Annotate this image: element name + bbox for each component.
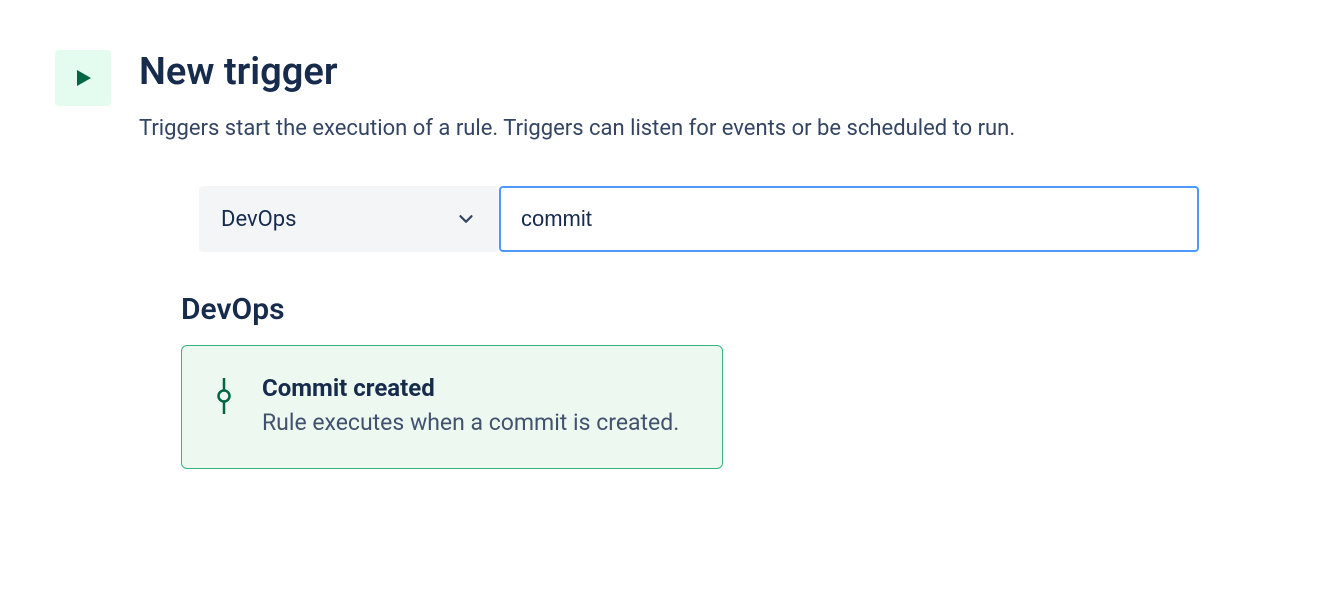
header-content: New trigger Triggers start the execution… bbox=[139, 50, 1281, 469]
search-input[interactable] bbox=[499, 186, 1199, 252]
chevron-down-icon bbox=[455, 208, 477, 230]
trigger-icon-box bbox=[55, 50, 111, 106]
page-description: Triggers start the execution of a rule. … bbox=[139, 114, 1281, 145]
dropdown-label: DevOps bbox=[221, 207, 455, 232]
play-icon bbox=[71, 66, 95, 90]
section-title: DevOps bbox=[181, 292, 1281, 327]
commit-icon bbox=[214, 374, 234, 418]
page-title: New trigger bbox=[139, 50, 1281, 96]
category-dropdown[interactable]: DevOps bbox=[199, 186, 499, 252]
trigger-card-commit-created[interactable]: Commit created Rule executes when a comm… bbox=[181, 345, 723, 468]
filter-row: DevOps bbox=[199, 186, 1281, 252]
trigger-card-title: Commit created bbox=[262, 374, 690, 402]
trigger-card-description: Rule executes when a commit is created. bbox=[262, 406, 690, 439]
card-content: Commit created Rule executes when a comm… bbox=[262, 374, 690, 439]
page-header: New trigger Triggers start the execution… bbox=[55, 50, 1281, 469]
